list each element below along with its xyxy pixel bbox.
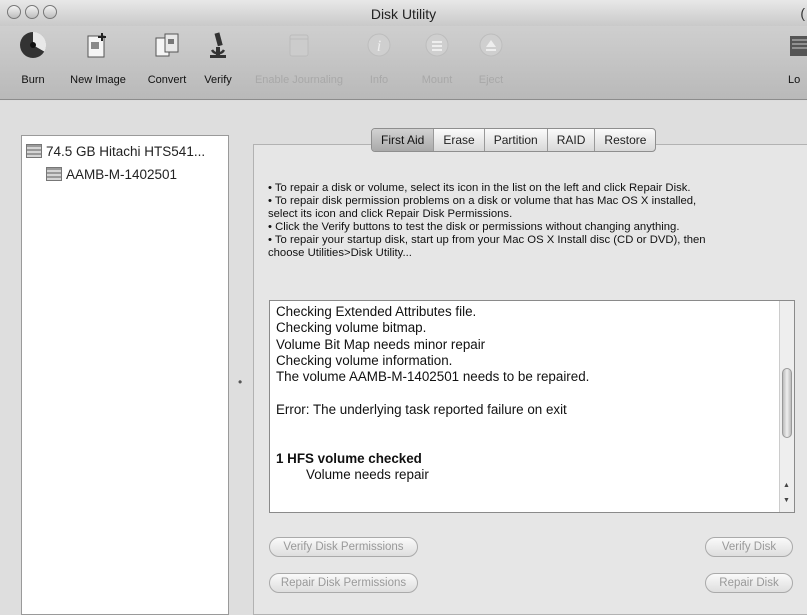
log-label: Lo <box>788 74 801 86</box>
info-button[interactable]: i Info <box>364 30 394 86</box>
new-image-label: New Image <box>70 74 126 86</box>
volume-icon <box>46 167 62 181</box>
log-line-status: Volume needs repair <box>306 466 429 482</box>
volume-label: AAMB-M-1402501 <box>66 166 178 182</box>
instruction-line: • To repair your startup disk, start up … <box>268 234 706 246</box>
microscope-icon <box>210 32 226 58</box>
tab-erase[interactable]: Erase <box>433 129 483 151</box>
enable-journaling-button[interactable]: Enable Journaling <box>244 30 354 86</box>
eject-icon <box>479 33 503 57</box>
window-title: Disk Utility <box>370 6 437 22</box>
mount-label: Mount <box>421 74 453 86</box>
tab-restore[interactable]: Restore <box>594 129 655 151</box>
tab-first-aid[interactable]: First Aid <box>372 129 434 151</box>
scroll-up-arrow-icon[interactable]: ▲ <box>783 482 790 489</box>
scrollbar-thumb[interactable] <box>782 368 792 438</box>
convert-button[interactable]: Convert <box>143 30 191 86</box>
instruction-line: choose Utilities>Disk Utility... <box>268 247 412 259</box>
disk-list-item-hitachi[interactable]: 74.5 GB Hitachi HTS541... <box>26 141 205 161</box>
log-line: Checking volume information. <box>276 352 453 368</box>
instruction-line: • To repair a disk or volume, select its… <box>268 182 691 194</box>
journal-icon <box>289 34 309 57</box>
log-line: Volume Bit Map needs minor repair <box>276 336 486 352</box>
disk-list-item-volume[interactable]: AAMB-M-1402501 <box>46 164 177 184</box>
title-bar-right-control[interactable]: ( <box>800 5 805 21</box>
convert-label: Convert <box>147 74 187 86</box>
instruction-line: • Click the Verify buttons to test the d… <box>268 221 680 233</box>
tab-bar: First Aid Erase Partition RAID Restore <box>371 128 657 152</box>
main-content: 74.5 GB Hitachi HTS541... AAMB-M-1402501… <box>0 101 807 615</box>
instruction-line: select its icon and click Repair Disk Pe… <box>268 208 513 220</box>
split-view-handle[interactable]: • <box>238 375 242 389</box>
mount-button[interactable]: Mount <box>417 30 457 86</box>
log-line: Checking volume bitmap. <box>276 320 427 336</box>
info-label: Info <box>369 74 389 86</box>
enable-journaling-label: Enable Journaling <box>254 74 344 86</box>
burn-button[interactable]: Burn <box>18 30 48 86</box>
instruction-line: • To repair disk permission problems on … <box>268 195 697 207</box>
tab-partition[interactable]: Partition <box>483 129 547 151</box>
toolbar: Burn New Image Convert Verify Enable Jou… <box>0 26 807 100</box>
log-text: Checking Extended Attributes file. Check… <box>276 304 776 483</box>
eject-button[interactable]: Eject <box>474 30 508 86</box>
burn-icon <box>20 31 47 58</box>
disk-list[interactable]: 74.5 GB Hitachi HTS541... AAMB-M-1402501 <box>21 135 229 615</box>
log-line: Checking Extended Attributes file. <box>276 304 477 319</box>
tab-raid[interactable]: RAID <box>546 129 595 151</box>
svg-text:i: i <box>377 38 381 55</box>
verify-label: Verify <box>204 74 232 86</box>
log-scrollbar[interactable]: ▲ ▼ <box>779 301 794 512</box>
repair-disk-permissions-button[interactable]: Repair Disk Permissions <box>269 573 418 593</box>
hard-disk-icon <box>26 144 42 158</box>
disk-label: 74.5 GB Hitachi HTS541... <box>46 143 206 159</box>
verify-disk-permissions-button[interactable]: Verify Disk Permissions <box>269 537 418 557</box>
disk-utility-window: Disk Utility ( Burn New Image Convert Ve… <box>0 0 807 615</box>
verify-disk-button[interactable]: Verify Disk <box>705 537 793 557</box>
log-line-summary: 1 HFS volume checked <box>276 450 422 466</box>
title-bar: Disk Utility ( <box>0 0 807 26</box>
burn-label: Burn <box>21 74 45 86</box>
repair-disk-button[interactable]: Repair Disk <box>705 573 793 593</box>
new-image-button[interactable]: New Image <box>68 30 128 86</box>
info-icon: i <box>367 33 391 57</box>
repair-log[interactable]: Checking Extended Attributes file. Check… <box>269 300 795 513</box>
log-icon <box>790 36 807 56</box>
log-line-error: Error: The underlying task reported fail… <box>276 401 567 417</box>
new-image-icon <box>87 33 106 58</box>
mount-icon <box>425 33 449 57</box>
first-aid-instructions: • To repair a disk or volume, select its… <box>268 182 803 260</box>
log-line: The volume AAMB-M-1402501 needs to be re… <box>276 369 590 385</box>
log-button[interactable]: Lo <box>788 30 807 86</box>
verify-button[interactable]: Verify <box>200 30 236 86</box>
eject-label: Eject <box>478 74 504 86</box>
scroll-down-arrow-icon[interactable]: ▼ <box>783 497 790 504</box>
convert-icon <box>155 33 179 57</box>
